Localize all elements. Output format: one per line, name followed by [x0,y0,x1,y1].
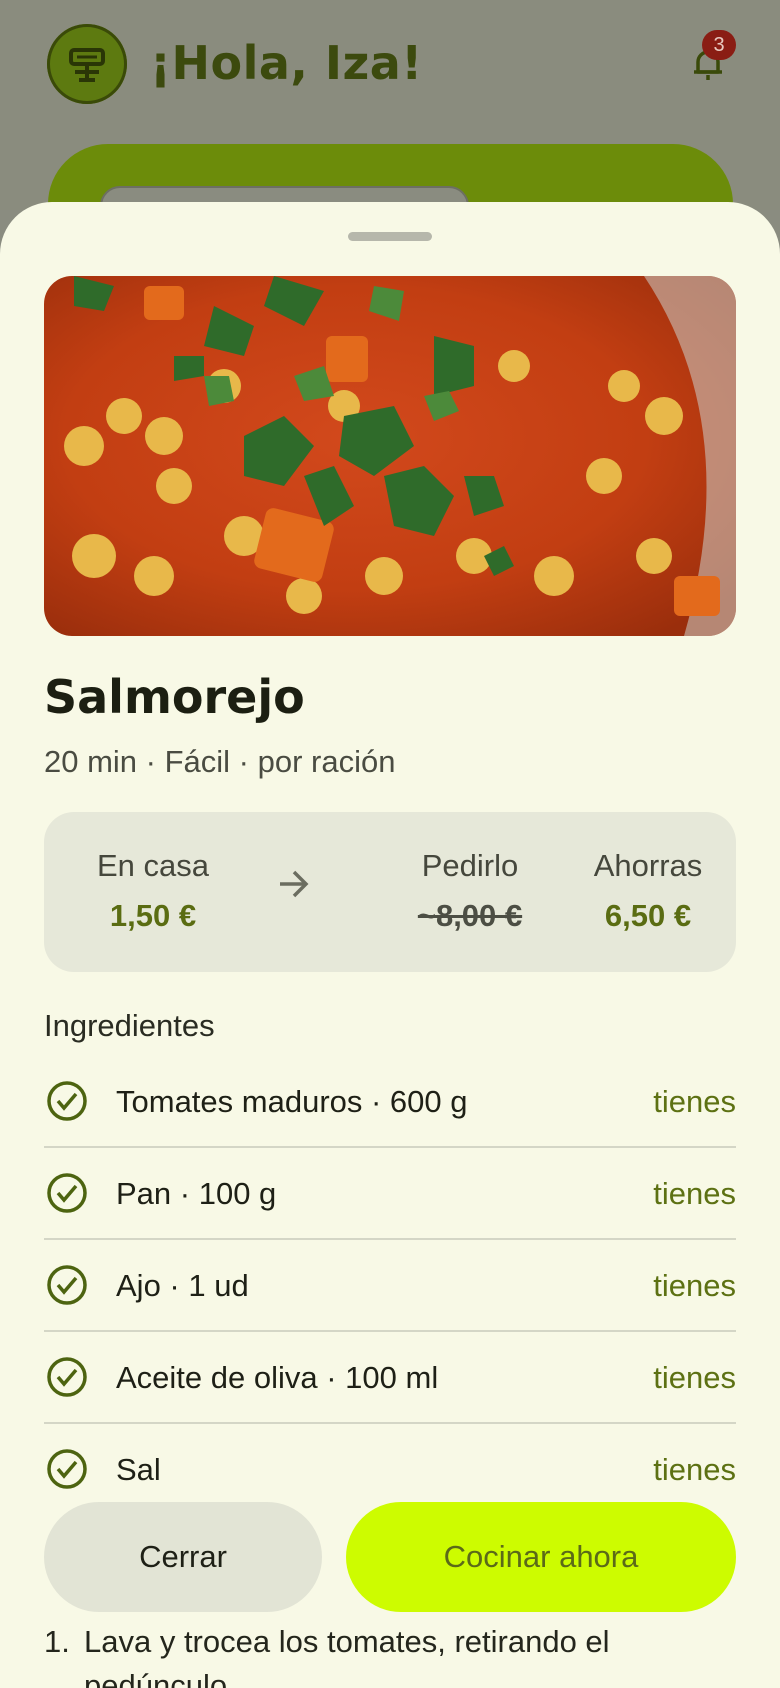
check-circle-icon [47,1081,87,1121]
storefront-icon[interactable] [47,24,127,104]
close-button[interactable]: Cerrar [44,1502,322,1612]
savings-label: Ahorras [593,848,703,883]
ingredient-status: tienes [653,1084,736,1119]
ingredient-row[interactable]: Pan · 100 g tienes [44,1148,736,1240]
order-cost: Pedirlo ~8,00 € [390,848,550,934]
savings: Ahorras 6,50 € [578,848,718,934]
ingredient-name: Tomates maduros · 600 g [116,1084,468,1119]
ingredient-status: tienes [653,1268,736,1303]
ingredient-status: tienes [653,1176,736,1211]
greeting: ¡Hola, Iza! [150,36,423,90]
recipe-meta: 20 min · Fácil · por ración [44,744,396,779]
ingredient-name: Pan · 100 g [116,1176,277,1211]
ingredient-name: Aceite de oliva · 100 ml [116,1360,439,1395]
recipe-photo [44,276,736,636]
ingredient-row[interactable]: Aceite de oliva · 100 ml tienes [44,1332,736,1424]
ingredient-row[interactable]: Ajo · 1 ud tienes [44,1240,736,1332]
ingredients-list: Tomates maduros · 600 g tienes Pan · 100… [44,1056,736,1514]
home-cost: En casa 1,50 € [76,848,230,934]
ingredient-name: Ajo · 1 ud [116,1268,249,1303]
ingredient-row[interactable]: Tomates maduros · 600 g tienes [44,1056,736,1148]
check-circle-icon [47,1449,87,1489]
home-cost-value: 1,50 € [109,898,197,933]
check-circle-icon [47,1357,87,1397]
order-cost-value: ~8,00 € [417,898,523,933]
ingredients-title: Ingredientes [44,1008,215,1043]
ingredient-name: Sal [116,1452,161,1487]
check-circle-icon [47,1173,87,1213]
drag-handle[interactable] [348,232,432,241]
check-circle-icon [47,1265,87,1305]
order-cost-label: Pedirlo [421,848,519,883]
ingredient-status: tienes [653,1452,736,1487]
ingredient-status: tienes [653,1360,736,1395]
notification-badge: 3 [702,30,736,60]
step-text-line1: Lava y trocea los tomates, retirando el [84,1624,610,1659]
step-number: 1. [44,1624,70,1659]
home-cost-label: En casa [96,848,209,883]
recipe-title: Salmorejo [44,670,305,724]
ingredient-row[interactable]: Sal tienes [44,1424,736,1514]
recipe-sheet: Salmorejo 20 min · Fácil · por ración En… [0,202,780,1688]
step-item: 1. Lava y trocea los tomates, retirando e… [44,1620,736,1664]
arrow-right-icon [280,870,309,898]
cook-now-button[interactable]: Cocinar ahora [346,1502,736,1612]
savings-value: 6,50 € [604,898,692,933]
steps-list: 1. Lava y trocea los tomates, retirando e… [44,1620,736,1688]
price-comparison-card: En casa 1,50 € Pedirlo ~8,00 € Ahorras 6… [44,812,736,972]
step-text-line2: pedúnculo. [84,1668,236,1688]
